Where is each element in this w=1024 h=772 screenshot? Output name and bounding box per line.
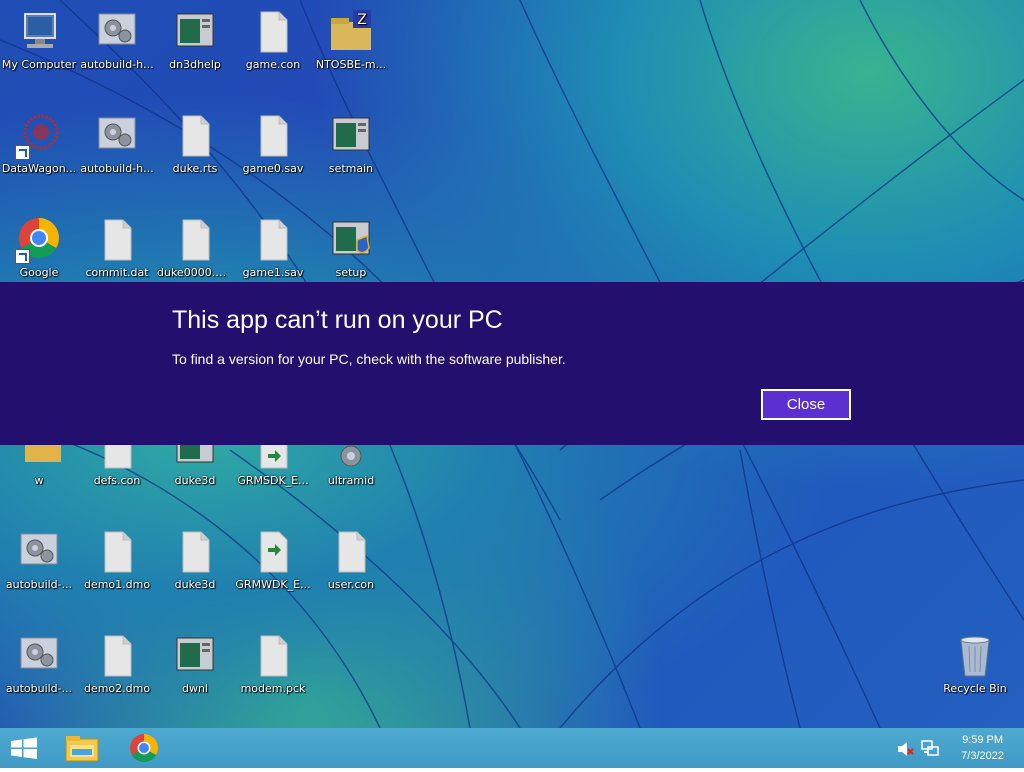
clock-time: 9:59 PM [962,734,1004,746]
desktop-icon-grmwdk[interactable]: GRMWDK_E... [234,528,312,592]
icon-label: w [34,474,44,487]
desktop-icon-demo1[interactable]: demo1.dmo [78,528,156,592]
icon-label: autobuild-... [5,682,73,695]
icon-label: NTOSBE-m... [315,58,387,71]
network-icon[interactable] [920,739,940,759]
chrome-icon [130,734,158,762]
desktop-icon-setup[interactable]: setup [312,216,390,280]
windows-logo-icon [11,737,37,759]
desktop-icon-dwnl[interactable]: dwnl [156,632,234,696]
dialog-message: To find a version for your PC, check wit… [172,351,566,367]
document-icon [171,216,219,264]
gear-app-icon [15,632,63,680]
icon-label: GRMWDK_E... [235,578,311,591]
shortcut-arrow-icon [15,249,30,264]
desktop-icon-modem-pck[interactable]: modem.pck [234,632,312,696]
icon-label: dwnl [181,682,208,695]
desktop-icon-google[interactable]: Google [0,216,78,280]
icon-label: modem.pck [240,682,306,695]
document-icon [249,8,297,56]
window-app-icon [171,632,219,680]
icon-label: duke3d [174,474,216,487]
icon-label: duke3d [174,578,216,591]
window-app-icon [171,8,219,56]
app-cant-run-dialog: This app can’t run on your PC To find a … [0,282,1024,445]
icon-label: autobuild-h... [80,58,154,71]
icon-label: duke0000.pcx [157,266,234,279]
icon-label: DataWagon... [1,162,77,175]
icon-label: demo1.dmo [83,578,151,591]
icon-label: Recycle Bin [943,682,1007,695]
gear-app-icon [93,112,141,160]
computer-icon [15,8,63,56]
close-button[interactable]: Close [761,389,851,420]
document-icon [93,528,141,576]
desktop-icon-commit-dat[interactable]: commit.dat [78,216,156,280]
icon-label: setup [335,266,367,279]
icon-label: My Computer [1,58,77,71]
icon-label: ultramid [327,474,375,487]
icon-label: GRMSDK_E... [237,474,309,487]
document-icon [327,528,375,576]
gear-app-icon [93,8,141,56]
desktop-icon-setmain[interactable]: setmain [312,112,390,176]
chrome-icon [15,216,63,264]
setup-icon [327,216,375,264]
desktop-icon-autobuild-3[interactable]: autobuild-... [0,528,78,592]
icon-label: user.con [327,578,375,591]
icon-label: commit.dat [85,266,149,279]
document-icon [93,632,141,680]
icon-label: autobuild-h... [80,162,154,175]
desktop-icon-game1-sav[interactable]: game1.sav [234,216,312,280]
document-icon [249,112,297,160]
desktop-icon-duke3d-2[interactable]: duke3d [156,528,234,592]
icon-label: demo2.dmo [83,682,151,695]
datawagon-icon [15,112,63,160]
icon-label: dn3dhelp [169,58,221,71]
desktop-icon-user-con[interactable]: user.con [312,528,390,592]
desktop-icon-autobuild-2[interactable]: autobuild-h... [78,112,156,176]
file-explorer-icon [65,736,99,762]
icon-label: Google [19,266,59,279]
taskbar-clock[interactable]: 9:59 PM 7/3/2022 [961,732,1004,764]
start-button[interactable] [0,728,48,768]
desktop-icon-autobuild[interactable]: autobuild-h... [78,8,156,72]
desktop-icon-game0-sav[interactable]: game0.sav [234,112,312,176]
archive-icon: Z [327,8,375,56]
installer-icon [249,528,297,576]
desktop-icon-autobuild-4[interactable]: autobuild-... [0,632,78,696]
document-icon [93,216,141,264]
icon-label: autobuild-... [5,578,73,591]
taskbar-chrome[interactable] [120,728,168,768]
document-icon [249,216,297,264]
taskbar-file-explorer[interactable] [58,728,106,768]
desktop-icon-my-computer[interactable]: My Computer [0,8,78,72]
desktop-icon-datawagon[interactable]: DataWagon... [0,112,78,176]
desktop-icon-duke0000[interactable]: duke0000.pcx [156,216,234,280]
window-app-icon [327,112,375,160]
desktop-icon-recycle-bin[interactable]: Recycle Bin [936,632,1014,696]
icon-label: game1.sav [242,266,304,279]
icon-label: defs.con [93,474,141,487]
recycle-bin-icon [951,632,999,680]
document-icon [171,112,219,160]
icon-label: duke.rts [172,162,218,175]
desktop-icon-game-con[interactable]: game.con [234,8,312,72]
icon-label: game.con [245,58,301,71]
icon-label: setmain [328,162,374,175]
clock-date: 7/3/2022 [961,750,1004,762]
desktop-icon-demo2[interactable]: demo2.dmo [78,632,156,696]
desktop-icon-ntosbe[interactable]: Z NTOSBE-m... [312,8,390,72]
desktop-icon-duke-rts[interactable]: duke.rts [156,112,234,176]
dialog-title: This app can’t run on your PC [172,306,503,334]
desktop-icon-dn3dhelp[interactable]: dn3dhelp [156,8,234,72]
svg-text:Z: Z [357,12,367,28]
gear-app-icon [15,528,63,576]
document-icon [249,632,297,680]
taskbar: 9:59 PM 7/3/2022 [0,728,1024,768]
shortcut-arrow-icon [15,145,30,160]
volume-muted-icon[interactable] [896,740,914,758]
icon-label: game0.sav [242,162,304,175]
document-icon [171,528,219,576]
